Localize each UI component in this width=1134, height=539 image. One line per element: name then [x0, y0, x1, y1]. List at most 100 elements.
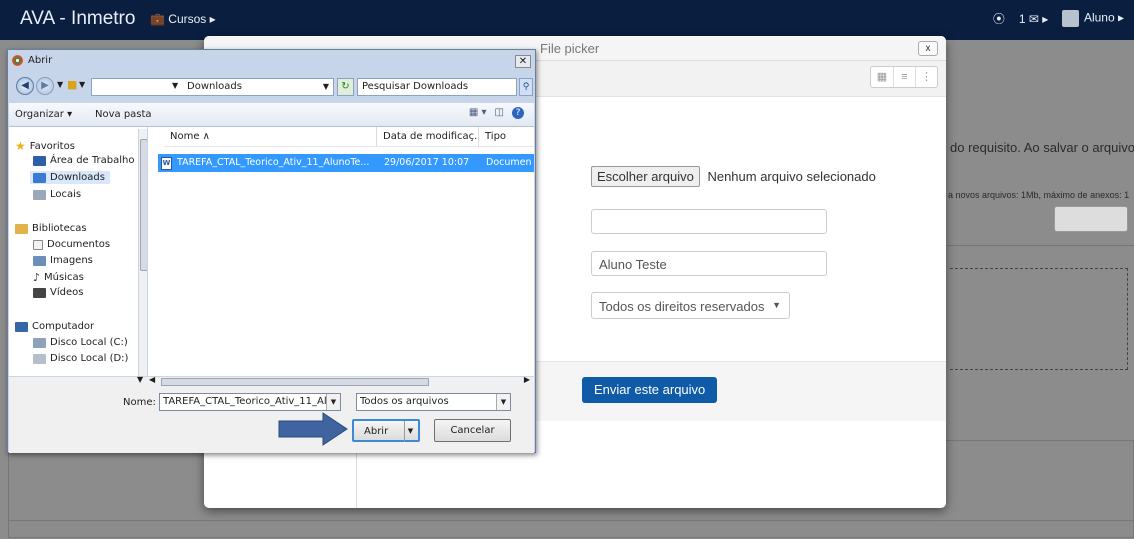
page-bottom-divider: [8, 520, 1134, 539]
filename-dropdown-icon[interactable]: ▼: [326, 394, 340, 410]
address-value: Downloads: [187, 81, 242, 92]
top-navbar: AVA - Inmetro 💼 Cursos ▸ ⦿ 1 ✉ ▸ Aluno ▸: [0, 0, 1134, 40]
dialog-body: ★ Favoritos Área de Trabalho Downloads L…: [9, 127, 534, 376]
choose-file-control: Escolher arquivo Nenhum arquivo selecion…: [591, 166, 876, 187]
courses-label: Cursos ▸: [168, 12, 216, 26]
nav-places-label: Locais: [50, 189, 82, 200]
user-label: Aluno ▸: [1083, 10, 1124, 25]
preview-pane-icon[interactable]: ◫: [495, 107, 504, 119]
images-icon: [33, 255, 46, 266]
annotation-arrow: [278, 412, 348, 446]
refresh-icon[interactable]: ↻: [337, 78, 354, 96]
nav-desktop[interactable]: Área de Trabalho: [33, 155, 134, 166]
page-view-buttons[interactable]: [1054, 206, 1128, 232]
address-row: ◀ ▶ ▼ ■ ▼ ▼ Downloads ▼ ↻ Pesquisar Down…: [11, 75, 533, 99]
choose-file-button[interactable]: Escolher arquivo: [591, 166, 700, 187]
dialog-close-button[interactable]: ✕: [515, 55, 531, 68]
recent-pages-icon[interactable]: ▼: [57, 80, 63, 89]
dialog-footer: Nome: TAREFA_CTAL_Teorico_Ativ_11_Alunc …: [9, 387, 534, 453]
nav-images[interactable]: Imagens: [33, 255, 93, 266]
save-as-input[interactable]: [591, 209, 827, 234]
column-type[interactable]: Tipo: [479, 127, 534, 147]
folder-icon: ■: [67, 78, 78, 91]
breadcrumb-chevron-icon: ▼: [172, 81, 179, 90]
filename-input[interactable]: TAREFA_CTAL_Teorico_Ativ_11_Alunc ▼: [159, 393, 341, 411]
tree-view-icon[interactable]: ⋮: [915, 67, 937, 87]
target-icon[interactable]: ⦿: [993, 10, 1005, 27]
navigation-pane: ★ Favoritos Área de Trabalho Downloads L…: [9, 127, 148, 376]
filetype-dropdown-icon[interactable]: ▼: [496, 394, 510, 410]
no-file-text: Nenhum arquivo selecionado: [707, 169, 876, 184]
nav-computer[interactable]: Computador: [15, 321, 94, 332]
forward-icon[interactable]: ▶: [36, 77, 54, 95]
horizontal-scrollbar[interactable]: ▼ ◀ ▶: [9, 375, 534, 387]
scroll-down-icon[interactable]: ▼: [137, 375, 143, 384]
chrome-icon: [12, 55, 23, 66]
nav-places[interactable]: Locais: [33, 189, 81, 200]
nav-disk-c[interactable]: Disco Local (C:): [33, 337, 128, 348]
organize-menu[interactable]: Organizar ▾: [15, 109, 72, 120]
nav-documents[interactable]: Documentos: [33, 239, 110, 250]
site-brand[interactable]: AVA - Inmetro: [20, 8, 135, 30]
scroll-right-icon[interactable]: ▶: [524, 375, 530, 384]
help-icon[interactable]: ?: [512, 107, 524, 119]
address-dropdown-icon[interactable]: ▼: [323, 82, 329, 91]
new-folder-button[interactable]: Nova pasta: [95, 109, 152, 120]
nav-disk-d-label: Disco Local (D:): [50, 353, 129, 364]
horizontal-scroll-thumb[interactable]: [161, 378, 429, 386]
file-name: TAREFA_CTAL_Teorico_Ativ_11_AlunoTe...: [177, 157, 370, 168]
path-chevron-icon[interactable]: ▼: [79, 80, 85, 89]
upload-file-button[interactable]: Enviar este arquivo: [582, 377, 718, 403]
user-menu[interactable]: Aluno ▸: [1062, 10, 1124, 27]
video-icon: [33, 287, 46, 298]
nav-disk-c-label: Disco Local (C:): [50, 337, 128, 348]
author-input[interactable]: Aluno Teste: [591, 251, 827, 276]
file-picker-title: File picker: [540, 41, 600, 56]
nav-disk-d[interactable]: Disco Local (D:): [33, 353, 128, 364]
back-icon[interactable]: ◀: [16, 77, 34, 95]
nav-favorites[interactable]: ★ Favoritos: [15, 139, 75, 153]
open-button-label: Abrir: [364, 426, 389, 437]
address-bar[interactable]: ▼ Downloads ▼: [91, 78, 334, 96]
page-limits-text: a novos arquivos: 1Mb, máximo de anexos:…: [948, 190, 1130, 200]
list-view-icon[interactable]: ≡: [893, 67, 915, 87]
filetype-select[interactable]: Todos os arquivos ▼: [356, 393, 511, 411]
library-icon: [15, 223, 28, 234]
view-switcher: ▦ ≡ ⋮: [870, 66, 938, 88]
open-file-dialog: Abrir ✕ ◀ ▶ ▼ ■ ▼ ▼ Downloads ▼ ↻ Pesqui…: [7, 49, 536, 453]
messages-menu[interactable]: 1 ✉ ▸: [1019, 12, 1048, 26]
nav-libraries[interactable]: Bibliotecas: [15, 223, 87, 234]
page-dropzone[interactable]: [950, 268, 1128, 370]
grid-view-icon[interactable]: ▦: [871, 67, 893, 87]
filename-value: TAREFA_CTAL_Teorico_Ativ_11_Alunc: [163, 396, 341, 407]
column-name[interactable]: Nome ∧: [164, 127, 377, 147]
filetype-value: Todos os arquivos: [360, 396, 449, 407]
search-icon[interactable]: ⚲: [519, 78, 533, 96]
nav-videos[interactable]: Vídeos: [33, 287, 83, 298]
file-picker-close-button[interactable]: x: [918, 41, 938, 56]
nav-videos-label: Vídeos: [50, 287, 84, 298]
courses-menu[interactable]: 💼 Cursos ▸: [150, 12, 216, 26]
file-row[interactable]: W TAREFA_CTAL_Teorico_Ativ_11_AlunoTe...…: [158, 154, 534, 172]
page-description: do requisito. Ao salvar o arquivo,: [950, 140, 1134, 155]
computer-icon: [15, 321, 28, 332]
documents-icon: [33, 239, 43, 250]
open-button[interactable]: Abrir ▼: [352, 419, 420, 442]
view-options-icon[interactable]: ▦ ▾: [469, 107, 487, 119]
dialog-title: Abrir: [28, 55, 53, 66]
view-controls: ▦ ▾ ◫ ?: [469, 107, 524, 119]
search-input[interactable]: Pesquisar Downloads: [357, 78, 517, 96]
nav-scrollbar[interactable]: [138, 129, 147, 376]
nav-desktop-label: Área de Trabalho: [50, 155, 135, 166]
nav-music-label: Músicas: [44, 272, 84, 283]
open-split-arrow-icon[interactable]: ▼: [404, 421, 416, 442]
nav-images-label: Imagens: [50, 255, 93, 266]
page-divider: [940, 245, 1134, 246]
column-date[interactable]: Data de modificaç...: [377, 127, 479, 147]
nav-scroll-thumb[interactable]: [140, 139, 147, 271]
nav-music[interactable]: ♪ Músicas: [33, 271, 84, 284]
license-select[interactable]: Todos os direitos reservados ▼: [591, 292, 790, 319]
cancel-button[interactable]: Cancelar: [434, 419, 511, 442]
nav-downloads[interactable]: Downloads: [30, 171, 110, 184]
scroll-left-icon[interactable]: ◀: [149, 375, 155, 384]
